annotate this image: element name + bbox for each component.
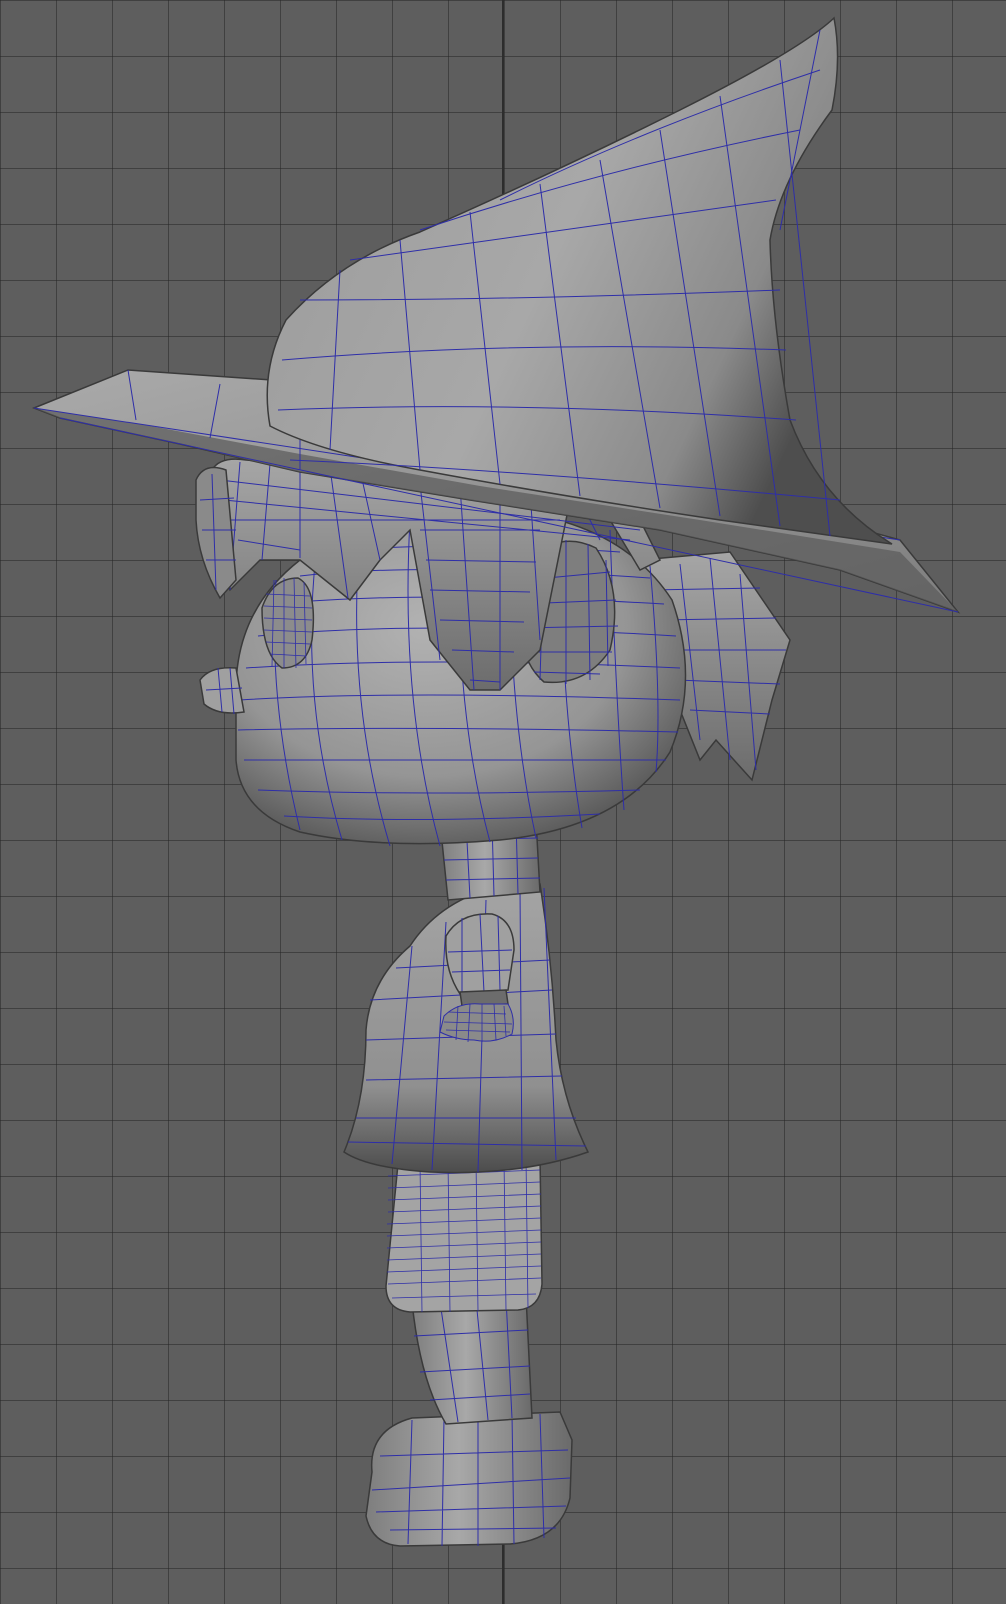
maya-viewport[interactable] — [0, 0, 1006, 1604]
shorts-mesh[interactable] — [385, 1157, 543, 1313]
nose-mesh[interactable] — [199, 667, 245, 715]
character-model[interactable] — [0, 0, 1006, 1604]
shoe-mesh[interactable] — [365, 1411, 573, 1547]
leg-mesh[interactable] — [411, 1295, 533, 1425]
